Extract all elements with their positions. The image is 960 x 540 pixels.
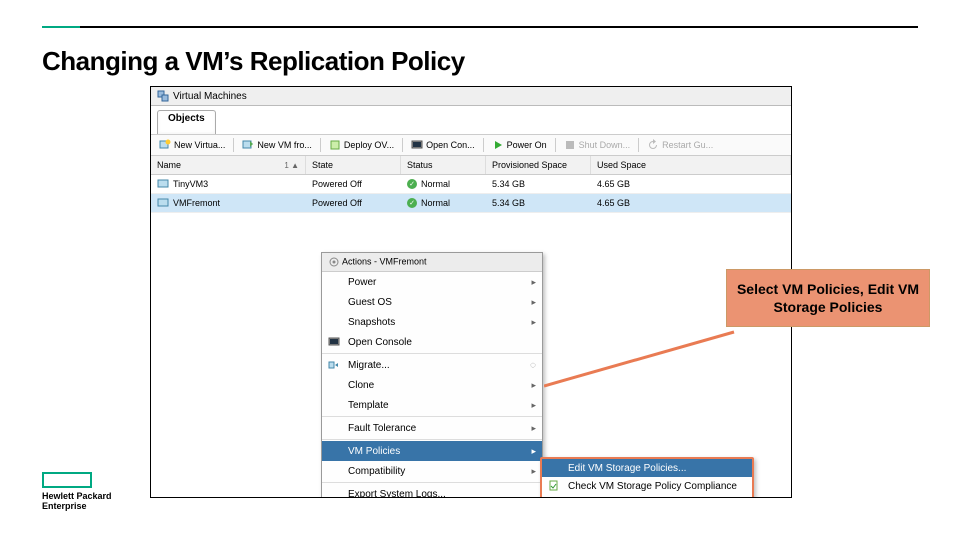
chevron-right-icon: ▸: [531, 466, 536, 477]
menu-separator: [322, 353, 542, 354]
context-menu: Actions - VMFremont Power▸ Guest OS▸ Sna…: [321, 252, 543, 498]
menu-guest-os[interactable]: Guest OS▸: [322, 292, 542, 312]
rule-top: [42, 26, 918, 28]
page-title: Changing a VM’s Replication Policy: [42, 46, 465, 77]
col-name[interactable]: Name1 ▲: [151, 156, 306, 174]
menu-separator: [322, 439, 542, 440]
menu-template[interactable]: Template▸: [322, 395, 542, 415]
chevron-right-icon: ▸: [531, 277, 536, 288]
status-ok-icon: ✓: [407, 179, 417, 189]
stop-icon: [564, 139, 576, 151]
menu-migrate[interactable]: Migrate...◌: [322, 355, 542, 375]
play-icon: [492, 139, 504, 151]
menu-power[interactable]: Power▸: [322, 272, 542, 292]
submenu-vm-policies: Edit VM Storage Policies... Check VM Sto…: [540, 457, 754, 498]
col-status[interactable]: Status: [401, 156, 486, 174]
chevron-right-icon: ▸: [531, 380, 536, 391]
shut-down-button: Shut Down...: [560, 138, 635, 152]
vm-icon: [157, 178, 169, 190]
rule-accent: [42, 26, 80, 28]
menu-fault-tolerance[interactable]: Fault Tolerance▸: [322, 418, 542, 438]
tab-row: Objects: [151, 106, 791, 135]
hpe-bar-icon: [42, 472, 92, 488]
sort-indicator: 1 ▲: [284, 161, 299, 170]
screenshot-panel: Virtual Machines Objects New Virtua... N…: [150, 86, 792, 498]
status-ok-icon: ✓: [407, 198, 417, 208]
menu-open-console[interactable]: Open Console: [322, 332, 542, 352]
menu-vm-policies[interactable]: VM Policies▸: [322, 441, 542, 461]
menu-export-logs[interactable]: Export System Logs...: [322, 484, 542, 498]
col-state[interactable]: State: [306, 156, 401, 174]
gear-icon: [328, 256, 340, 268]
col-used[interactable]: Used Space: [591, 156, 791, 174]
menu-snapshots[interactable]: Snapshots▸: [322, 312, 542, 332]
vm-group-icon: [157, 90, 169, 102]
menu-compatibility[interactable]: Compatibility▸: [322, 461, 542, 481]
chevron-right-icon: ▸: [531, 446, 536, 457]
chevron-right-icon: ▸: [531, 317, 536, 328]
submenu-check-compliance[interactable]: Check VM Storage Policy Compliance: [542, 477, 752, 495]
new-vm-button[interactable]: New Virtua...: [155, 138, 229, 152]
menu-clone[interactable]: Clone▸: [322, 375, 542, 395]
toolbar: New Virtua... New VM fro... Deploy OV...…: [151, 135, 791, 156]
window-title: Virtual Machines: [173, 91, 247, 102]
loading-icon: ◌: [530, 360, 536, 371]
menu-separator: [322, 416, 542, 417]
callout-box: Select VM Policies, Edit VM Storage Poli…: [726, 269, 930, 327]
vm-icon: [157, 197, 169, 209]
submenu-edit-storage-policies[interactable]: Edit VM Storage Policies...: [542, 459, 752, 477]
check-policy-icon: [548, 480, 560, 492]
tab-objects[interactable]: Objects: [157, 110, 216, 134]
brand-logo: Hewlett Packard Enterprise: [42, 472, 112, 512]
chevron-right-icon: ▸: [531, 423, 536, 434]
new-vm-from-icon: [242, 139, 254, 151]
column-headers: Name1 ▲ State Status Provisioned Space U…: [151, 156, 791, 175]
window-header: Virtual Machines: [151, 87, 791, 106]
restart-button: Restart Gu...: [643, 138, 717, 152]
menu-header: Actions - VMFremont: [322, 253, 542, 272]
restart-icon: [647, 139, 659, 151]
console-icon: [328, 336, 340, 348]
menu-separator: [322, 482, 542, 483]
chevron-right-icon: ▸: [531, 400, 536, 411]
brand-text: Hewlett Packard Enterprise: [42, 492, 112, 512]
new-vm-icon: [159, 139, 171, 151]
deploy-ovf-button[interactable]: Deploy OV...: [325, 138, 398, 152]
col-provisioned[interactable]: Provisioned Space: [486, 156, 591, 174]
chevron-right-icon: ▸: [531, 297, 536, 308]
new-vm-from-button[interactable]: New VM fro...: [238, 138, 316, 152]
table-row[interactable]: TinyVM3 Powered Off ✓Normal 5.34 GB 4.65…: [151, 175, 791, 194]
migrate-icon: [328, 359, 340, 371]
table-row[interactable]: VMFremont Powered Off ✓Normal 5.34 GB 4.…: [151, 194, 791, 213]
submenu-reapply-policy[interactable]: Reapply VM Storage Policy: [542, 495, 752, 498]
deploy-icon: [329, 139, 341, 151]
open-console-button[interactable]: Open Con...: [407, 138, 479, 152]
console-icon: [411, 139, 423, 151]
power-on-button[interactable]: Power On: [488, 138, 551, 152]
